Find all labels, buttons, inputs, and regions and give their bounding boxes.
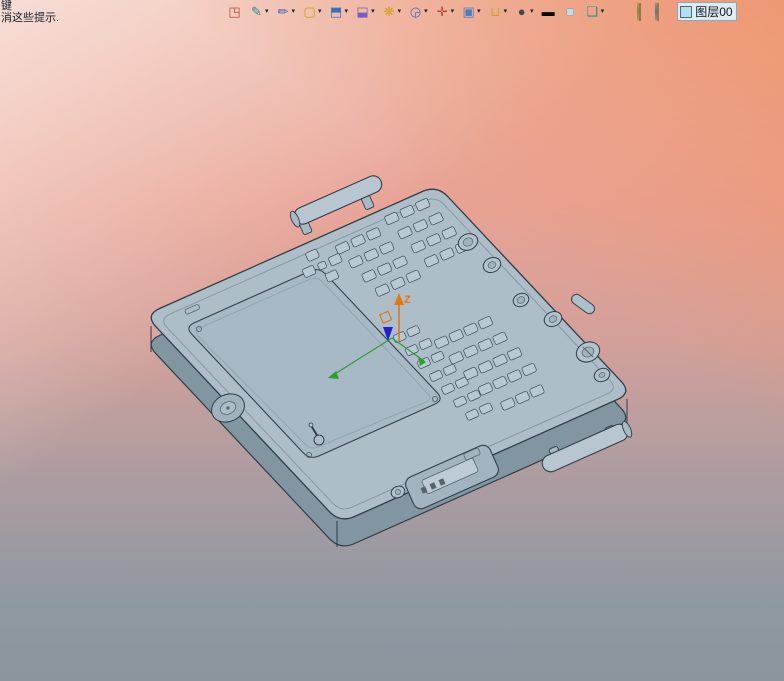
- extrude-button[interactable]: ⬒ ▾: [329, 3, 349, 20]
- revolve-button[interactable]: ⬓ ▾: [355, 3, 375, 20]
- chevron-down-icon[interactable]: ▾: [292, 8, 296, 16]
- sketch-icon: ✎: [251, 3, 262, 19]
- render-mode-button[interactable]: ● ▾: [514, 4, 534, 20]
- finish-sketch-icon: ◳: [228, 3, 241, 19]
- line-button[interactable]: ✏ ▾: [276, 3, 296, 20]
- current-color-button[interactable]: ■: [563, 4, 578, 20]
- pattern-icon: ❋: [383, 3, 395, 19]
- revolve-icon: ⬓: [356, 3, 369, 19]
- wire-box-icon: ▢: [303, 3, 316, 19]
- sweep-button[interactable]: ◶ ▾: [408, 4, 428, 20]
- datum-plane-button[interactable]: ▣ ▾: [461, 3, 481, 20]
- 3d-viewport[interactable]: Z: [0, 0, 784, 681]
- chevron-down-icon[interactable]: ▾: [504, 8, 508, 16]
- hint-line-1: 键: [1, 0, 12, 12]
- bulb-base: [639, 2, 642, 21]
- datum-point-button[interactable]: ✛ ▾: [435, 3, 455, 20]
- chevron-down-icon[interactable]: ▾: [601, 8, 605, 16]
- axis-z-label: Z: [404, 294, 411, 306]
- main-toolbar: ◳ ✎ ▾ ✏ ▾ ▢ ▾ ⬒ ▾ ⬓ ▾ ❋ ▾ ◶ ▾ ✛ ▾ ▣ ▾ ⊔ …: [227, 1, 737, 22]
- chevron-down-icon[interactable]: ▾: [398, 8, 402, 16]
- datum-point-icon: ✛: [436, 3, 448, 19]
- chevron-down-icon[interactable]: ▾: [424, 8, 428, 16]
- finish-sketch-button[interactable]: ◳: [227, 4, 242, 20]
- chevron-down-icon[interactable]: ▾: [451, 8, 455, 16]
- sweep-icon: ◶: [409, 3, 422, 19]
- render-mode-icon: ●: [517, 3, 526, 19]
- layer-color-swatch: [680, 5, 693, 18]
- bulb-base: [657, 2, 660, 21]
- chevron-down-icon[interactable]: ▾: [318, 8, 322, 16]
- pin-head: [308, 422, 314, 428]
- layer-visibility-on-icon[interactable]: [637, 1, 649, 21]
- speaker-center: [226, 406, 230, 410]
- line-width-icon: ▬: [541, 3, 555, 19]
- chevron-down-icon[interactable]: ▾: [371, 8, 375, 16]
- pin-base[interactable]: [313, 434, 325, 446]
- profile-icon: ⊔: [490, 3, 501, 19]
- layer-selector[interactable]: 图层00: [677, 2, 737, 21]
- chevron-down-icon[interactable]: ▾: [477, 8, 481, 16]
- hint-line-2: 消这些提示.: [1, 12, 60, 24]
- line-icon: ✏: [277, 3, 289, 19]
- surface-display-icon: ❏: [586, 3, 598, 19]
- wire-box-button[interactable]: ▢ ▾: [302, 3, 322, 20]
- profile-button[interactable]: ⊔ ▾: [488, 3, 508, 20]
- pattern-button[interactable]: ❋ ▾: [382, 3, 402, 20]
- layer-label: 图层00: [695, 5, 733, 19]
- app-window: Z 键 消这些提示. ◳ ✎ ▾ ✏ ▾ ▢ ▾ ⬒ ▾ ⬓ ▾ ❋ ▾ ◶ ▾…: [0, 0, 784, 681]
- extrude-icon: ⬒: [329, 3, 343, 19]
- antenna-stub[interactable]: [570, 292, 597, 315]
- chevron-down-icon[interactable]: ▾: [530, 8, 534, 16]
- datum-plane-icon: ▣: [462, 3, 475, 19]
- chevron-down-icon[interactable]: ▾: [345, 8, 349, 16]
- surface-display-button[interactable]: ❏ ▾: [585, 3, 605, 20]
- sketch-button[interactable]: ✎ ▾: [249, 3, 269, 20]
- chevron-down-icon[interactable]: ▾: [265, 8, 269, 16]
- layer-visibility-off-icon[interactable]: [655, 1, 667, 21]
- connector-knob-inner: [395, 489, 401, 495]
- hint-text: 键 消这些提示.: [1, 0, 59, 24]
- current-color-swatch: ■: [566, 3, 575, 19]
- line-width-button[interactable]: ▬: [541, 4, 556, 20]
